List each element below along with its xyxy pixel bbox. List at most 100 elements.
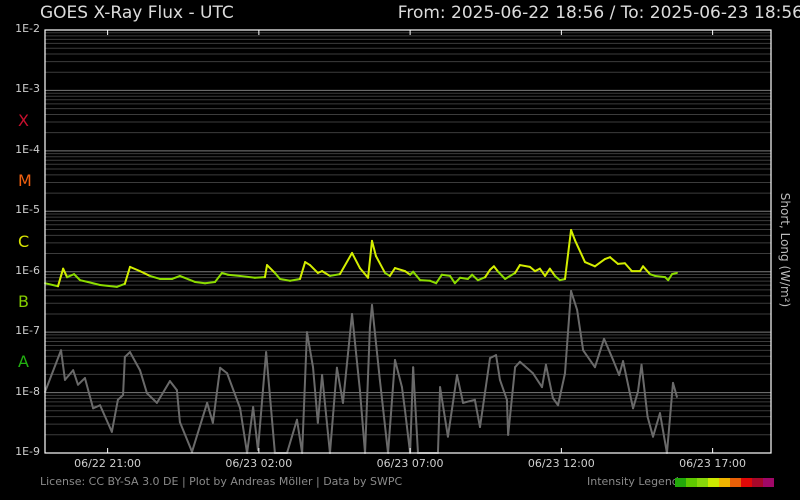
long-flux-segment	[573, 239, 586, 264]
short-flux-segment	[286, 418, 298, 454]
x-tick-label: 06/23 02:00	[225, 457, 293, 470]
long-flux-segment	[459, 276, 469, 280]
long-flux-segment	[623, 262, 633, 273]
long-flux-segment	[435, 273, 443, 285]
short-flux-segment	[531, 372, 544, 389]
long-flux-segment	[453, 276, 462, 285]
short-flux-segment	[129, 351, 141, 372]
long-flux-segment	[367, 239, 374, 279]
long-flux-segment	[583, 261, 596, 268]
short-flux-segment	[658, 412, 668, 454]
long-flux-segment	[86, 280, 102, 287]
legend-swatch	[686, 478, 697, 487]
short-flux-segment	[570, 290, 579, 311]
long-flux-segment	[518, 264, 531, 268]
y-tick-label: 1E-4	[15, 142, 40, 156]
short-flux-segment	[582, 349, 596, 369]
long-flux-segment	[484, 268, 491, 279]
short-flux-segment	[665, 381, 674, 454]
short-flux-segment	[76, 377, 86, 386]
short-flux-segment	[498, 378, 508, 401]
gridlines	[45, 32, 771, 454]
legend-swatch	[697, 478, 708, 487]
intensity-legend-label: Intensity Legend	[587, 475, 679, 488]
short-flux-segment	[612, 358, 621, 377]
long-flux-segment	[263, 264, 269, 279]
short-flux-segment	[63, 369, 75, 381]
short-flux-segment	[671, 381, 678, 398]
short-flux-segment	[138, 369, 148, 395]
long-flux-segment	[194, 280, 207, 285]
long-flux-segment	[253, 276, 266, 279]
long-flux-segment	[351, 251, 361, 270]
short-flux-segment	[168, 380, 178, 392]
flare-class-a: A	[18, 352, 29, 372]
short-flux-segment	[178, 421, 194, 453]
long-flux-segment	[393, 267, 406, 273]
long-flux-segment	[609, 256, 619, 265]
long-flux-segment	[227, 273, 242, 277]
short-flux-segment	[155, 380, 171, 404]
legend-swatch	[752, 478, 763, 487]
long-flux-segment	[204, 280, 217, 285]
long-flux-segment	[279, 277, 292, 282]
long-flux-segment	[642, 265, 651, 276]
short-flux-segment	[122, 355, 126, 396]
short-flux-segment	[371, 303, 381, 381]
long-flux-segment	[440, 273, 452, 277]
short-flux-segment	[341, 313, 354, 404]
long-flux-segment	[412, 270, 422, 282]
y-tick-label: 1E-6	[15, 263, 40, 277]
short-flux-segment	[60, 349, 66, 381]
long-flux-segment	[62, 267, 69, 279]
short-flux-segment	[99, 404, 113, 433]
flare-class-c: C	[18, 231, 30, 251]
plot-area	[44, 29, 772, 454]
short-flux-segment	[321, 374, 331, 454]
long-flux-segment	[171, 274, 181, 280]
short-flux-segment	[226, 372, 242, 410]
short-flux-segment	[473, 398, 481, 429]
y-tick-label: 1E-7	[15, 324, 40, 338]
short-flux-segment	[495, 354, 501, 381]
intensity-legend-bar	[675, 478, 774, 487]
short-flux-segment	[412, 366, 419, 454]
legend-swatch	[708, 478, 719, 487]
x-tick-label: 06/22 21:00	[74, 457, 142, 470]
short-flux-segment	[83, 377, 95, 410]
short-flux-segment	[439, 386, 449, 438]
short-flux-segment	[646, 415, 655, 438]
legend-swatch	[741, 478, 752, 487]
short-flux-segment	[265, 351, 276, 454]
long-flux-segment	[374, 255, 387, 274]
x-tick-label: 06/23 17:00	[679, 457, 747, 470]
short-flux-segment	[358, 389, 367, 454]
short-flux-segment	[305, 331, 315, 369]
short-flux-segment	[576, 308, 585, 352]
license-text: License: CC BY-SA 3.0 DE | Plot by Andre…	[40, 475, 403, 488]
short-flux-segment	[364, 326, 371, 454]
long-flux-segment	[79, 279, 89, 283]
flare-class-b: B	[18, 291, 29, 311]
long-flux-segment	[492, 265, 500, 273]
y-tick-label: 1E-2	[15, 22, 40, 35]
flare-class-m: M	[18, 171, 32, 191]
short-flux-segment	[507, 366, 517, 436]
short-flux-segment	[351, 313, 361, 392]
flare-class-x: X	[18, 110, 29, 130]
short-flux-segment	[636, 363, 643, 393]
y-tick-label: 1E-8	[15, 384, 40, 398]
short-flux-segment	[191, 401, 209, 453]
long-flux-segment	[338, 251, 354, 276]
short-flux-segment	[622, 360, 635, 410]
short-flux-segment	[110, 398, 119, 433]
x-tick-label: 06/23 12:00	[527, 457, 595, 470]
long-flux-segment	[449, 274, 456, 285]
long-flux-segment	[616, 262, 626, 265]
y-tick-label: 1E-9	[15, 445, 40, 458]
short-flux-segment	[541, 363, 547, 389]
long-flux-segment	[115, 282, 126, 288]
long-flux-segment	[299, 261, 307, 280]
legend-swatch	[719, 478, 730, 487]
short-flux-segment	[640, 363, 649, 418]
